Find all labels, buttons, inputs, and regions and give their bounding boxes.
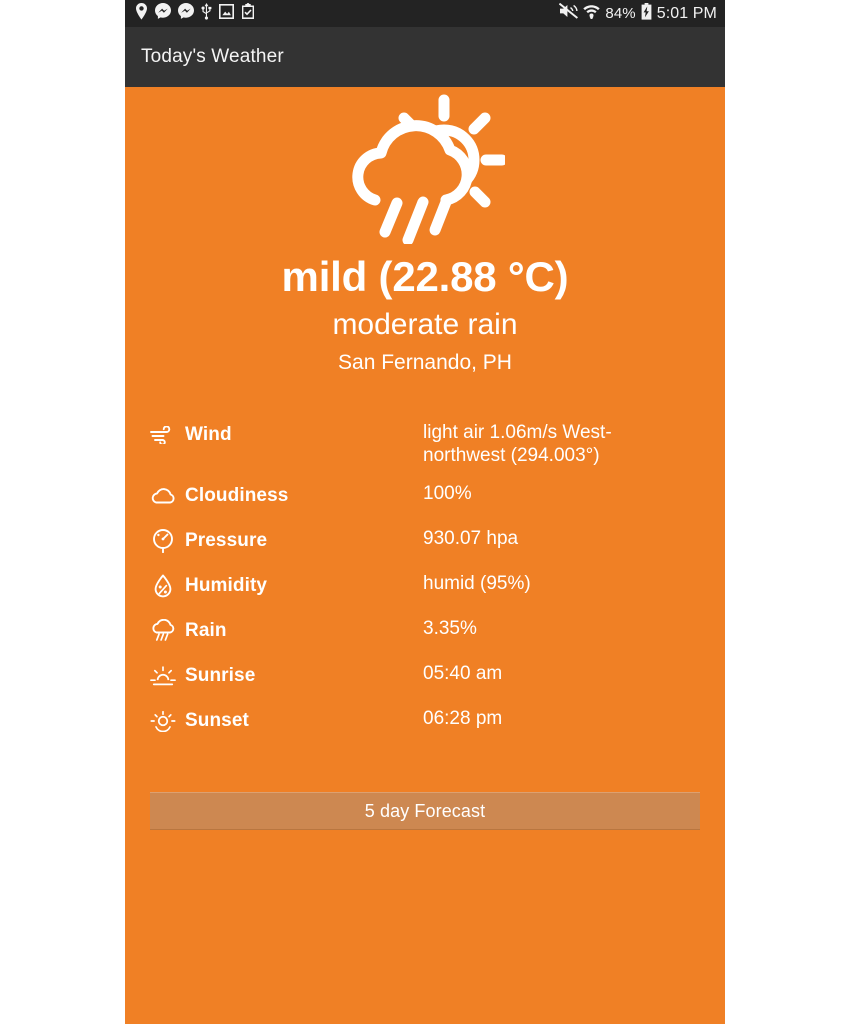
clock-label: 5:01 PM xyxy=(656,4,717,22)
status-bar-right-icons: 84% 5:01 PM xyxy=(559,2,717,25)
detail-left-sunset: Sunset xyxy=(150,707,423,734)
current-weather-hero: mild (22.88 °C) moderate rain San Fernan… xyxy=(125,87,725,374)
status-bar-left-icons xyxy=(135,2,255,25)
detail-row-sunset: Sunset 06:28 pm xyxy=(150,707,700,734)
cloud-icon xyxy=(150,483,176,509)
detail-row-sunrise: Sunrise 05:40 am xyxy=(150,662,700,689)
detail-label-sunset: Sunset xyxy=(185,709,249,731)
location-label: San Fernando, PH xyxy=(338,350,512,374)
messenger-icon xyxy=(178,3,194,24)
detail-left-rain: Rain xyxy=(150,617,423,644)
detail-label-humidity: Humidity xyxy=(185,574,268,596)
detail-row-rain: Rain 3.35% xyxy=(150,617,700,644)
sunset-icon xyxy=(150,708,176,734)
detail-label-cloudiness: Cloudiness xyxy=(185,484,289,506)
detail-value-wind: light air 1.06m/s West-northwest (294.00… xyxy=(423,421,612,467)
detail-row-pressure: Pressure 930.07 hpa xyxy=(150,527,700,554)
volume-mute-icon xyxy=(559,2,579,24)
clipboard-check-icon xyxy=(241,3,255,24)
usb-icon xyxy=(201,2,212,25)
page-title: Today's Weather xyxy=(141,46,284,67)
detail-row-cloudiness: Cloudiness 100% xyxy=(150,482,700,509)
screenshot-image-icon xyxy=(219,3,234,24)
battery-charging-icon xyxy=(641,2,652,25)
detail-value-cloudiness: 100% xyxy=(423,482,472,504)
detail-label-rain: Rain xyxy=(185,619,227,641)
detail-row-wind: Wind light air 1.06m/s West-northwest (2… xyxy=(150,421,700,468)
five-day-forecast-button[interactable]: 5 day Forecast xyxy=(150,791,700,830)
temperature-label: mild (22.88 °C) xyxy=(281,253,569,300)
detail-left-pressure: Pressure xyxy=(150,527,423,554)
weather-details-list: Wind light air 1.06m/s West-northwest (2… xyxy=(125,421,725,734)
detail-row-humidity: Humidity humid (95%) xyxy=(150,572,700,599)
sun-behind-rain-cloud-icon xyxy=(125,92,725,249)
forecast-button-wrapper: 5 day Forecast xyxy=(125,791,725,830)
detail-left-sunrise: Sunrise xyxy=(150,662,423,689)
detail-left-cloudiness: Cloudiness xyxy=(150,482,423,509)
condition-label: moderate rain xyxy=(332,308,518,342)
detail-label-sunrise: Sunrise xyxy=(185,664,256,686)
detail-label-wind: Wind xyxy=(185,423,232,445)
sunrise-icon xyxy=(150,663,176,689)
status-bar: 84% 5:01 PM xyxy=(125,0,725,27)
rain-cloud-icon xyxy=(150,618,176,644)
detail-value-rain: 3.35% xyxy=(423,617,477,639)
detail-value-pressure: 930.07 hpa xyxy=(423,527,519,549)
droplet-percent-icon xyxy=(150,573,176,599)
detail-value-sunset: 06:28 pm xyxy=(423,707,503,729)
messenger-icon xyxy=(155,3,171,24)
weather-content-panel: mild (22.88 °C) moderate rain San Fernan… xyxy=(125,87,725,1024)
wind-icon xyxy=(150,422,176,448)
device-screen: 84% 5:01 PM Today's Weather mild (22.88 … xyxy=(0,0,850,1024)
detail-value-sunrise: 05:40 am xyxy=(423,662,503,684)
detail-value-humidity: humid (95%) xyxy=(423,572,531,594)
app-bar: Today's Weather xyxy=(125,27,725,87)
detail-left-wind: Wind xyxy=(150,421,423,448)
detail-label-pressure: Pressure xyxy=(185,529,268,551)
barometer-icon xyxy=(150,528,176,554)
location-pin-icon xyxy=(135,2,148,25)
battery-percent-label: 84% xyxy=(605,5,636,22)
detail-left-humidity: Humidity xyxy=(150,572,423,599)
wifi-icon xyxy=(583,3,601,24)
